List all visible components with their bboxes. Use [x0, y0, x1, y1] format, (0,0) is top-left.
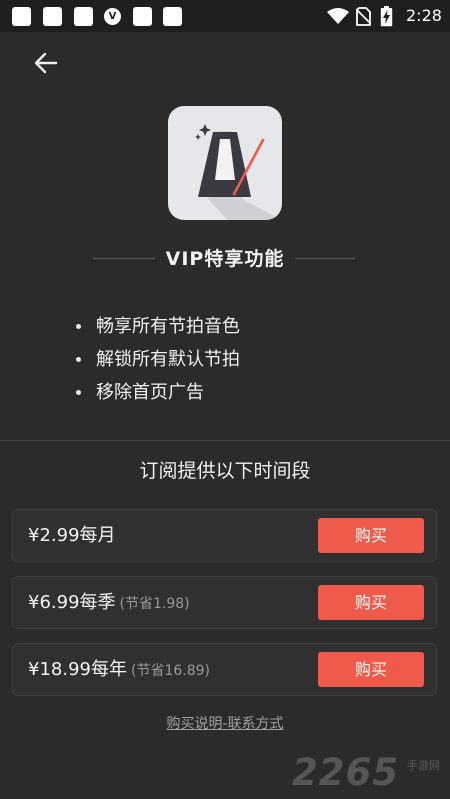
feature-label: 畅享所有节拍音色 — [96, 316, 240, 337]
bullet-icon — [76, 324, 81, 329]
wifi-icon — [327, 8, 349, 24]
notification-square-icon — [163, 7, 182, 26]
app-logo — [168, 106, 282, 220]
status-bar: V 2:28 — [0, 0, 450, 32]
no-sim-icon — [356, 7, 371, 26]
feature-label: 移除首页广告 — [96, 382, 204, 403]
buy-button-monthly[interactable]: 购买 — [318, 518, 424, 553]
purchase-info-link[interactable]: 购买说明-联系方式 — [0, 713, 450, 733]
plan-price-text: ¥2.99每月 — [28, 510, 116, 561]
battery-charging-icon — [380, 6, 393, 27]
status-time: 2:28 — [406, 6, 442, 25]
notification-square-icon — [74, 7, 93, 26]
feature-label: 解锁所有默认节拍 — [96, 349, 240, 370]
feature-item: 移除首页广告 — [76, 376, 240, 409]
feature-list: 畅享所有节拍音色 解锁所有默认节拍 移除首页广告 — [76, 310, 240, 409]
plan-price: ¥18.99每年 — [28, 659, 127, 680]
watermark-text: 手游网 — [407, 759, 440, 772]
metronome-icon — [194, 124, 282, 220]
watermark: 2265 手游网 — [292, 751, 442, 794]
plan-price-text: ¥18.99每年 (节省16.89) — [28, 644, 210, 697]
plan-price: ¥6.99每季 — [28, 592, 116, 613]
section-divider — [0, 440, 450, 441]
plan-card-yearly: ¥18.99每年 (节省16.89) 购买 — [12, 643, 437, 696]
feature-item: 解锁所有默认节拍 — [76, 343, 240, 376]
bullet-icon — [76, 390, 81, 395]
vip-title: VIP特享功能 — [165, 248, 285, 270]
bullet-icon — [76, 357, 81, 362]
notification-square-icon — [133, 7, 152, 26]
notification-square-icon — [43, 7, 62, 26]
feature-item: 畅享所有节拍音色 — [76, 310, 240, 343]
watermark-number: 2265 — [292, 751, 399, 794]
plan-card-quarterly: ¥6.99每季 (节省1.98) 购买 — [12, 576, 437, 629]
plan-price-text: ¥6.99每季 (节省1.98) — [28, 577, 190, 630]
buy-button-yearly[interactable]: 购买 — [318, 652, 424, 687]
shield-icon: V — [104, 8, 121, 25]
title-divider-right — [295, 258, 355, 259]
plan-savings: (节省16.89) — [130, 663, 210, 679]
back-button[interactable] — [30, 48, 62, 80]
plan-savings: (节省1.98) — [119, 596, 190, 612]
arrow-left-icon[interactable] — [30, 48, 62, 80]
plan-card-monthly: ¥2.99每月 购买 — [12, 509, 437, 562]
plan-price: ¥2.99每月 — [28, 525, 116, 546]
buy-button-quarterly[interactable]: 购买 — [318, 585, 424, 620]
subscription-title: 订阅提供以下时间段 — [139, 460, 311, 482]
notification-square-icon — [12, 7, 31, 26]
